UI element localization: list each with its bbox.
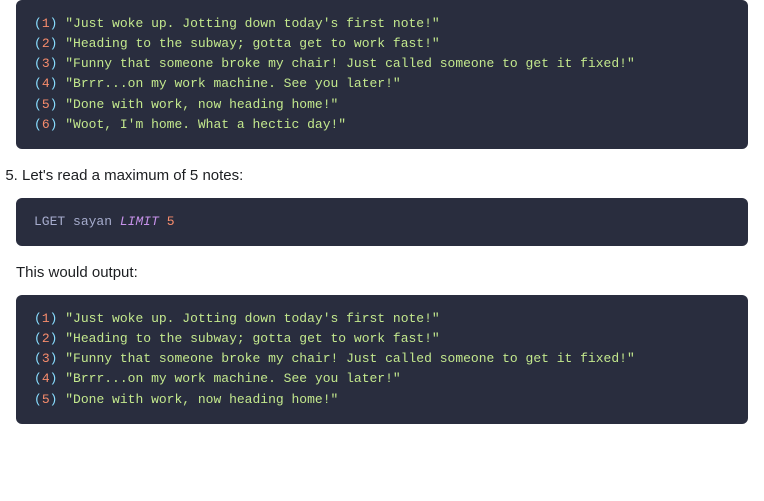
line-string: "Heading to the subway; gotta get to wor… <box>65 36 439 51</box>
paren-close: ) <box>50 117 58 132</box>
paren-close: ) <box>50 97 58 112</box>
paren-open: ( <box>34 117 42 132</box>
doc-page: (1) "Just woke up. Jotting down today's … <box>0 0 764 424</box>
paren-close: ) <box>50 56 58 71</box>
line-index: 4 <box>42 76 50 91</box>
paren-open: ( <box>34 392 42 407</box>
line-index: 5 <box>42 97 50 112</box>
line-string: "Woot, I'm home. What a hectic day!" <box>65 117 346 132</box>
output-line: (3) "Funny that someone broke my chair! … <box>34 54 730 74</box>
cmd-keyword-lget: LGET <box>34 214 65 229</box>
cmd-keyword-limit: LIMIT <box>120 214 159 229</box>
paren-close: ) <box>50 331 58 346</box>
line-index: 2 <box>42 36 50 51</box>
output-line: (4) "Brrr...on my work machine. See you … <box>34 369 730 389</box>
paren-close: ) <box>50 311 58 326</box>
step-5-text: Let's read a maximum of 5 notes: <box>22 167 748 184</box>
line-index: 4 <box>42 371 50 386</box>
line-index: 1 <box>42 311 50 326</box>
command-line: LGET sayan LIMIT 5 <box>34 212 730 232</box>
paren-open: ( <box>34 311 42 326</box>
line-string: "Just woke up. Jotting down today's firs… <box>65 16 439 31</box>
line-index: 6 <box>42 117 50 132</box>
output-line: (1) "Just woke up. Jotting down today's … <box>34 309 730 329</box>
paren-open: ( <box>34 56 42 71</box>
line-string: "Done with work, now heading home!" <box>65 392 338 407</box>
paren-open: ( <box>34 16 42 31</box>
line-string: "Heading to the subway; gotta get to wor… <box>65 331 439 346</box>
paren-open: ( <box>34 371 42 386</box>
line-index: 1 <box>42 16 50 31</box>
paren-close: ) <box>50 16 58 31</box>
step-list: Let's read a maximum of 5 notes: <box>0 167 764 184</box>
paren-open: ( <box>34 331 42 346</box>
line-index: 3 <box>42 351 50 366</box>
paren-close: ) <box>50 351 58 366</box>
prose-output-text: This would output: <box>16 264 748 281</box>
line-string: "Funny that someone broke my chair! Just… <box>65 351 635 366</box>
line-string: "Funny that someone broke my chair! Just… <box>65 56 635 71</box>
output-line: (4) "Brrr...on my work machine. See you … <box>34 74 730 94</box>
cmd-limit-value: 5 <box>167 214 175 229</box>
line-string: "Done with work, now heading home!" <box>65 97 338 112</box>
paren-open: ( <box>34 76 42 91</box>
line-index: 2 <box>42 331 50 346</box>
paren-open: ( <box>34 351 42 366</box>
output-line: (2) "Heading to the subway; gotta get to… <box>34 34 730 54</box>
paren-open: ( <box>34 36 42 51</box>
line-index: 5 <box>42 392 50 407</box>
line-string: "Just woke up. Jotting down today's firs… <box>65 311 439 326</box>
line-string: "Brrr...on my work machine. See you late… <box>65 371 400 386</box>
output-line: (6) "Woot, I'm home. What a hectic day!" <box>34 115 730 135</box>
output-line: (1) "Just woke up. Jotting down today's … <box>34 14 730 34</box>
line-index: 3 <box>42 56 50 71</box>
output-block-2: (1) "Just woke up. Jotting down today's … <box>16 295 748 424</box>
output-line: (5) "Done with work, now heading home!" <box>34 390 730 410</box>
paren-close: ) <box>50 76 58 91</box>
output-line: (3) "Funny that someone broke my chair! … <box>34 349 730 369</box>
cmd-identifier: sayan <box>73 214 112 229</box>
command-block: LGET sayan LIMIT 5 <box>16 198 748 246</box>
output-line: (2) "Heading to the subway; gotta get to… <box>34 329 730 349</box>
paren-close: ) <box>50 392 58 407</box>
paren-open: ( <box>34 97 42 112</box>
paren-close: ) <box>50 371 58 386</box>
output-line: (5) "Done with work, now heading home!" <box>34 95 730 115</box>
output-block-1: (1) "Just woke up. Jotting down today's … <box>16 0 748 149</box>
line-string: "Brrr...on my work machine. See you late… <box>65 76 400 91</box>
paren-close: ) <box>50 36 58 51</box>
